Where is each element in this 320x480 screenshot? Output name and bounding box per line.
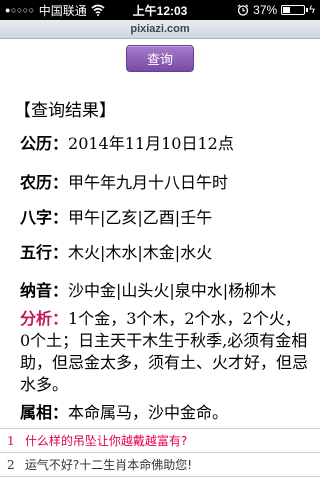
charging-bolt-icon: ϟ — [309, 4, 315, 16]
bazi-row: 八字：甲午|乙亥|乙酉|壬午 — [20, 207, 310, 229]
signal-strength-icon: ●○○○○ — [5, 5, 35, 15]
zodiac-row: 属相：本命属马，沙中金命。 — [20, 402, 310, 424]
link-number: 1 — [7, 434, 15, 448]
analysis-row: 分析：1个金，3个木，2个水，2个火，0个土；日主天干木生于秋季,必须有金相助，… — [20, 308, 310, 396]
solar-date-label: 公历： — [20, 134, 69, 153]
status-left: ●○○○○ 中国联通 — [5, 2, 105, 19]
analysis-label: 分析： — [20, 309, 69, 328]
five-elements-row: 五行：木火|木水|木金|水火 — [20, 242, 310, 264]
battery-icon — [281, 5, 309, 15]
solar-date-row: 公历：2014年11月10日12点 — [20, 133, 310, 155]
promo-link-2[interactable]: 2 运气不好?十二生肖本命佛助您! — [7, 457, 313, 473]
battery-percent: 37% — [253, 3, 278, 17]
nayin-value: 沙中金|山头火|泉中水|杨柳木 — [68, 281, 277, 300]
link-number: 2 — [7, 458, 15, 472]
bazi-value: 甲午|乙亥|乙酉|壬午 — [68, 208, 213, 227]
alarm-clock-icon — [237, 4, 249, 16]
nayin-label: 纳音： — [20, 281, 69, 300]
link-text: 运气不好?十二生肖本命佛助您! — [24, 458, 193, 472]
zodiac-label: 属相： — [20, 403, 69, 422]
bazi-label: 八字： — [20, 208, 69, 227]
url-bar[interactable]: pixiazi.com — [0, 20, 320, 39]
promo-link-1[interactable]: 1 什么样的吊坠让你越戴越富有? — [7, 433, 313, 449]
carrier-name: 中国联通 — [38, 3, 87, 18]
zodiac-value: 本命属马，沙中金命。 — [68, 403, 229, 422]
five-elements-label: 五行： — [20, 243, 69, 262]
solar-date-value: 2014年11月10日12点 — [68, 134, 234, 153]
lunar-date-value: 甲午年九月十八日午时 — [68, 173, 229, 192]
divider — [0, 476, 320, 477]
status-right: 37% ϟ — [237, 3, 315, 17]
results-header: 【查询结果】 — [14, 101, 116, 121]
lunar-date-label: 农历： — [20, 173, 69, 192]
divider — [0, 428, 320, 429]
battery-level-fill — [283, 7, 291, 13]
lunar-date-row: 农历：甲午年九月十八日午时 — [20, 172, 310, 194]
query-button[interactable]: 查询 — [126, 45, 194, 72]
divider — [0, 452, 320, 453]
link-text: 什么样的吊坠让你越戴越富有? — [24, 434, 188, 448]
status-bar: ●○○○○ 中国联通 上午12:03 37% ϟ — [0, 0, 320, 20]
nayin-row: 纳音：沙中金|山头火|泉中水|杨柳木 — [20, 280, 310, 302]
wifi-icon — [91, 4, 105, 16]
five-elements-value: 木火|木水|木金|水火 — [68, 243, 213, 262]
